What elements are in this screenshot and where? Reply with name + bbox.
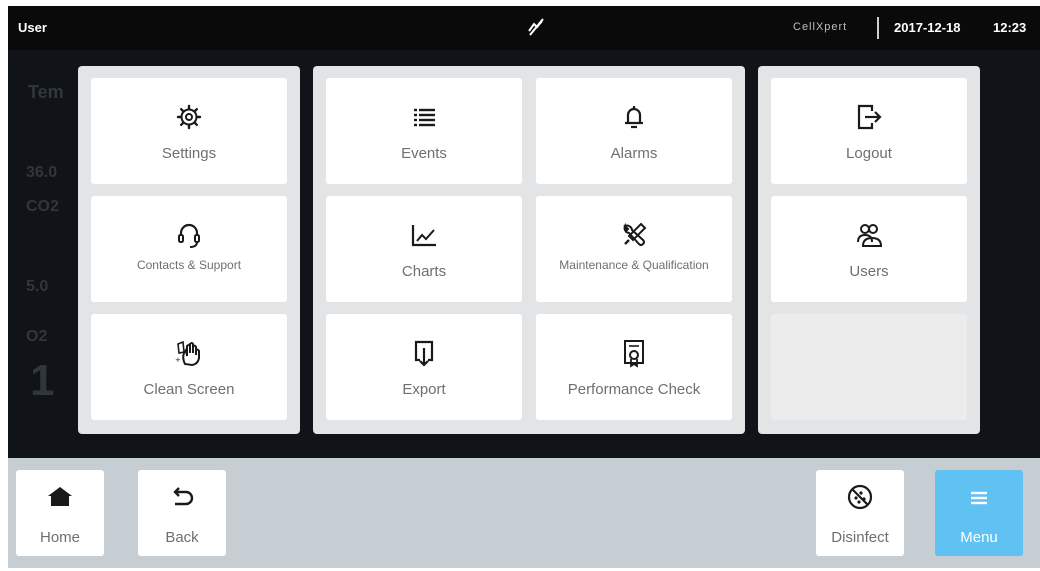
back-label: Back xyxy=(165,529,199,546)
status-date: 2017-12-18 xyxy=(894,20,961,35)
certificate-icon xyxy=(624,340,644,368)
gear-icon xyxy=(176,104,202,130)
users-button[interactable]: Users xyxy=(771,196,967,302)
charts-button[interactable]: Charts xyxy=(326,196,522,302)
back-button[interactable]: Back xyxy=(138,470,226,556)
status-bar: User CellXpert 2017-12-18 12:23 xyxy=(8,6,1040,50)
charts-label: Charts xyxy=(401,263,447,280)
menu-label: Menu xyxy=(960,529,998,546)
contacts-support-label: Contacts & Support xyxy=(136,258,242,272)
clean-screen-label: Clean Screen xyxy=(143,381,235,398)
hand-wipe-icon: + xyxy=(175,340,200,367)
disinfect-label: Disinfect xyxy=(831,529,889,546)
list-icon xyxy=(414,108,435,127)
logout-label: Logout xyxy=(846,145,892,162)
events-button[interactable]: Events xyxy=(326,78,522,184)
home-button[interactable]: Home xyxy=(16,470,104,556)
users-icon xyxy=(857,224,883,247)
disinfect-icon xyxy=(847,484,873,510)
disinfect-button[interactable]: Disinfect xyxy=(816,470,904,556)
no-connection-icon xyxy=(528,18,544,36)
home-icon xyxy=(48,487,72,506)
contacts-support-button[interactable]: Contacts & Support xyxy=(91,196,287,302)
maintenance-qualification-button[interactable]: Maintenance & Qualification xyxy=(536,196,732,302)
bottom-nav-bar: Home Back Disinfect Menu xyxy=(8,458,1040,568)
user-name: User xyxy=(18,20,47,35)
readout-value: 36.0 xyxy=(26,164,58,181)
empty-menu-slot xyxy=(771,314,967,420)
line-chart-icon xyxy=(411,225,436,247)
export-icon xyxy=(414,340,434,367)
menu-panel-right: Logout Users xyxy=(758,66,980,434)
settings-button[interactable]: Settings xyxy=(91,78,287,184)
svg-text:+: + xyxy=(175,356,181,364)
settings-label: Settings xyxy=(161,145,217,162)
bell-icon xyxy=(625,106,643,129)
brand-name: CellXpert xyxy=(793,21,848,33)
logout-icon xyxy=(857,104,882,130)
users-label: Users xyxy=(849,263,889,280)
menu-button[interactable]: Menu xyxy=(935,470,1023,556)
wrench-screwdriver-icon xyxy=(623,222,647,246)
alarms-label: Alarms xyxy=(610,145,658,162)
menu-panel-left: Settings Contacts & Support + Clean Scre… xyxy=(78,66,300,434)
alarms-button[interactable]: Alarms xyxy=(536,78,732,184)
screen: User CellXpert 2017-12-18 12:23 Tem 36.0… xyxy=(0,0,1040,571)
events-label: Events xyxy=(401,145,447,162)
readout-value: 1 xyxy=(30,356,55,405)
export-button[interactable]: Export xyxy=(326,314,522,420)
home-label: Home xyxy=(39,529,80,546)
readout-label: Tem xyxy=(28,82,64,102)
menu-panel-middle: Events Alarms Charts Maintenance & Quali… xyxy=(313,66,745,434)
readout-label: O2 xyxy=(26,328,48,345)
export-label: Export xyxy=(402,381,446,398)
clean-screen-button[interactable]: + Clean Screen xyxy=(91,314,287,420)
performance-check-label: Performance Check xyxy=(567,381,701,398)
logout-button[interactable]: Logout xyxy=(771,78,967,184)
back-arrow-icon xyxy=(173,487,194,506)
headset-icon xyxy=(178,223,200,248)
readout-value: 5.0 xyxy=(26,278,49,295)
status-separator xyxy=(877,17,879,39)
hamburger-icon xyxy=(971,491,987,505)
readout-label: CO2 xyxy=(26,198,59,215)
maintenance-qualification-label: Maintenance & Qualification xyxy=(559,258,709,272)
performance-check-button[interactable]: Performance Check xyxy=(536,314,732,420)
status-time: 12:23 xyxy=(993,20,1027,35)
